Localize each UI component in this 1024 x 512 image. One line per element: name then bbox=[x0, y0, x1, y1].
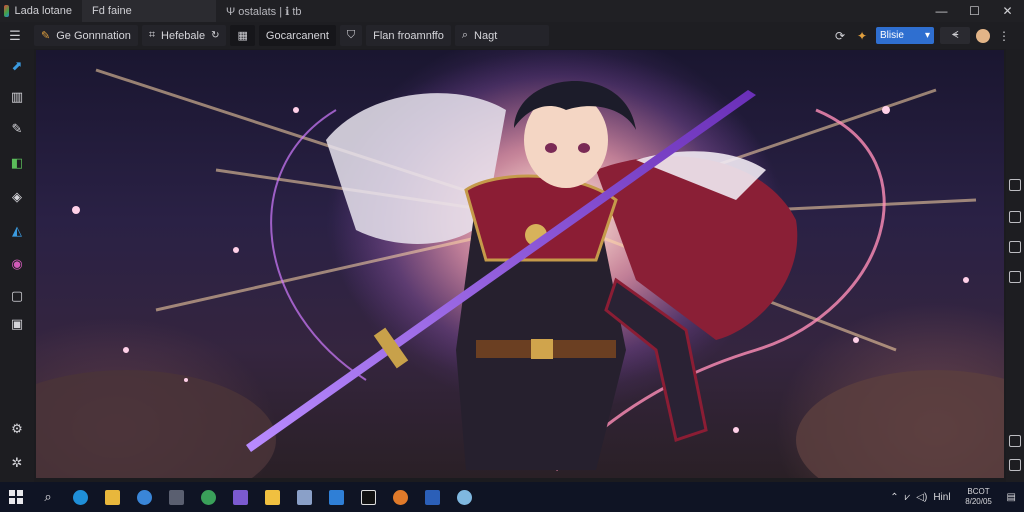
toolbar-item-generation[interactable]: ✎ Ge Gonnnation bbox=[34, 25, 138, 46]
files-icon[interactable] bbox=[260, 485, 284, 509]
toolbar-item-shield[interactable]: ⛉ bbox=[339, 25, 363, 46]
clock-date: 8/20/05 bbox=[965, 497, 992, 506]
clock-time: BCOT bbox=[967, 487, 990, 496]
shield-icon: ⛉ bbox=[346, 29, 356, 41]
toolbar-item-label: Ge Gonnnation bbox=[56, 29, 131, 42]
layers-icon[interactable]: ◧ bbox=[8, 154, 26, 172]
cloud-right bbox=[796, 370, 1004, 478]
cursor-icon[interactable]: ⬈ bbox=[8, 57, 26, 75]
toolbar-right: ⟳ ✦ Blisie ▾ ᗛ ⋮ bbox=[832, 27, 1024, 44]
toolbar-item-label: Flan froamnffo bbox=[373, 29, 444, 42]
chrome-icon[interactable] bbox=[196, 485, 220, 509]
tab-active[interactable]: Fd faine bbox=[82, 0, 216, 22]
palette-icon[interactable]: ◉ bbox=[8, 255, 26, 273]
chat-icon[interactable]: ▣ bbox=[8, 315, 26, 333]
toolbar: ☰ ✎ Ge Gonnnation ⌗ Hefebale ↻ ▦ Gocarca… bbox=[0, 22, 1024, 49]
avatar[interactable] bbox=[976, 28, 990, 43]
tab-active-label: Fd faine bbox=[92, 5, 132, 17]
ie-icon[interactable] bbox=[132, 485, 156, 509]
chevron-down-icon: ▾ bbox=[924, 30, 930, 41]
tag-icon: ⌗ bbox=[148, 29, 156, 41]
search-icon[interactable]: ⌕ bbox=[36, 485, 60, 509]
toolbar-item-label: Hefebale bbox=[161, 29, 206, 42]
system-tray: ⌃ ⩗ ◁) Hinl BCOT 8/20/05 ▤ bbox=[890, 487, 1024, 507]
taskbar: ⌕ ⌃ ⩗ ◁) Hinl BCOT 8/20/05 ▤ bbox=[0, 482, 1024, 512]
tab-secondary[interactable]: Ψ ostalats | ℹ tb bbox=[216, 0, 336, 22]
brush-icon: ✎ bbox=[41, 30, 51, 42]
panel-toggle-icon[interactable] bbox=[1009, 179, 1021, 191]
toolbar-item-document[interactable]: ▦ bbox=[230, 25, 255, 46]
cube-icon[interactable]: ◈ bbox=[8, 188, 26, 206]
toolbar-item-label-tag[interactable]: ⌗ Hefebale ↻ bbox=[141, 25, 227, 46]
sync-icon[interactable]: ⟳ bbox=[832, 28, 848, 44]
chest-armor bbox=[464, 174, 618, 262]
cloud-left bbox=[36, 370, 276, 478]
eye-right bbox=[578, 143, 590, 153]
photo-icon[interactable] bbox=[228, 485, 252, 509]
window-controls: — ☐ ✕ bbox=[925, 0, 1024, 22]
refresh-icon: ↻ bbox=[211, 30, 220, 41]
plugin-icon[interactable]: ✲ bbox=[8, 454, 26, 472]
book-icon[interactable]: ▥ bbox=[8, 88, 26, 106]
right-sidebar bbox=[1006, 49, 1024, 482]
mode-select-label: ᗛ bbox=[951, 30, 959, 41]
artwork bbox=[36, 50, 1004, 478]
tray-text: Hinl bbox=[933, 491, 951, 503]
zoom-label: Blisie bbox=[880, 30, 904, 41]
panel-settings-icon[interactable] bbox=[1009, 271, 1021, 283]
panel-info-icon[interactable] bbox=[1009, 435, 1021, 447]
search-icon: ⌕ bbox=[461, 29, 469, 41]
volume-icon[interactable]: ◁) bbox=[916, 492, 927, 503]
toolbar-item-search[interactable]: ⌕ Nagt bbox=[454, 25, 549, 46]
notepad-icon[interactable] bbox=[292, 485, 316, 509]
menu-icon[interactable]: ☰ bbox=[0, 22, 30, 49]
settings-icon[interactable]: ⚙ bbox=[8, 420, 26, 438]
brush-icon[interactable]: ✎ bbox=[8, 120, 26, 138]
app-window: Lada lotane Fd faine Ψ ostalats | ℹ tb —… bbox=[0, 0, 1024, 512]
windows-start-icon[interactable] bbox=[4, 485, 28, 509]
maximize-button[interactable]: ☐ bbox=[958, 0, 991, 22]
zoom-dropdown[interactable]: Blisie ▾ bbox=[876, 27, 934, 44]
panel-expand-icon[interactable] bbox=[1009, 459, 1021, 471]
title-bar: Lada lotane Fd faine Ψ ostalats | ℹ tb —… bbox=[0, 0, 1024, 22]
image-canvas[interactable] bbox=[36, 50, 1004, 478]
notification-icon[interactable]: ▤ bbox=[1007, 492, 1016, 503]
mode-select[interactable]: ᗛ bbox=[940, 27, 970, 44]
tab-secondary-label: Ψ ostalats | ℹ tb bbox=[226, 5, 302, 18]
firefox-icon[interactable] bbox=[388, 485, 412, 509]
app-title: Lada lotane bbox=[0, 0, 82, 22]
star-icon[interactable]: ✦ bbox=[854, 28, 870, 44]
paint-icon[interactable]: ◭ bbox=[8, 222, 26, 240]
panel-history-icon[interactable] bbox=[1009, 241, 1021, 253]
app-title-text: Lada lotane bbox=[14, 5, 73, 17]
store-icon[interactable] bbox=[324, 485, 348, 509]
folder-icon[interactable] bbox=[100, 485, 124, 509]
frame-icon[interactable]: ▢ bbox=[8, 287, 26, 305]
close-button[interactable]: ✕ bbox=[991, 0, 1024, 22]
weather-icon[interactable] bbox=[452, 485, 476, 509]
grid-icon: ▦ bbox=[237, 30, 248, 42]
toolbar-item-plan[interactable]: Flan froamnffo bbox=[366, 25, 451, 46]
film-icon[interactable] bbox=[164, 485, 188, 509]
word-icon[interactable] bbox=[420, 485, 444, 509]
left-sidebar: ⬈ ▥ ✎ ◧ ◈ ◭ ◉ ▢ ▣ ⚙ ✲ bbox=[0, 49, 34, 482]
clock[interactable]: BCOT 8/20/05 bbox=[957, 487, 1001, 507]
app-logo-icon bbox=[4, 5, 9, 17]
tiktok-icon[interactable] bbox=[356, 485, 380, 509]
belt-buckle bbox=[531, 339, 553, 359]
panel-layers-icon[interactable] bbox=[1009, 211, 1021, 223]
minimize-button[interactable]: — bbox=[925, 0, 958, 22]
toolbar-item-component[interactable]: Gocarcanent bbox=[258, 25, 336, 46]
edge-icon[interactable] bbox=[68, 485, 92, 509]
chevron-up-icon[interactable]: ⌃ bbox=[890, 492, 898, 503]
eye-left bbox=[545, 143, 557, 153]
network-icon[interactable]: ⩗ bbox=[905, 492, 911, 503]
toolbar-item-label: Gocarcanent bbox=[265, 29, 329, 42]
more-options-icon[interactable]: ⋮ bbox=[996, 28, 1012, 44]
toolbar-item-label: Nagt bbox=[474, 29, 498, 42]
